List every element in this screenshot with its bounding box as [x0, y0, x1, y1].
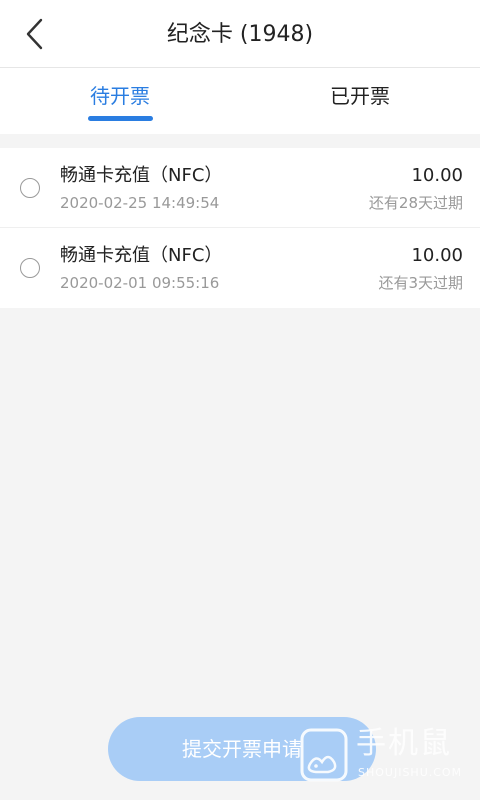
radio-button[interactable]	[20, 258, 40, 278]
page-title: 纪念卡 (1948)	[166, 22, 314, 47]
tab-pending-invoice[interactable]: 待开票	[0, 82, 240, 110]
watermark-text: 手机鼠	[356, 726, 452, 761]
active-tab-indicator	[88, 116, 153, 121]
list-item[interactable]: 畅通卡充值（NFC） 2020-02-01 09:55:16 10.00 还有3…	[0, 228, 480, 308]
item-name: 畅通卡充值（NFC）	[60, 245, 223, 266]
watermark-url: SHOUJISHU.COM	[358, 766, 463, 779]
item-timestamp: 2020-02-01 09:55:16	[60, 274, 220, 292]
item-expiry: 还有3天过期	[378, 274, 463, 292]
tab-bar: 待开票 已开票	[0, 68, 480, 134]
header-bar: 纪念卡 (1948)	[0, 0, 480, 68]
mouse-logo-icon	[300, 728, 348, 782]
tab-invoiced[interactable]: 已开票	[240, 82, 480, 110]
item-name: 畅通卡充值（NFC）	[60, 165, 223, 186]
invoice-list: 畅通卡充值（NFC） 2020-02-25 14:49:54 10.00 还有2…	[0, 148, 480, 308]
item-amount: 10.00	[411, 245, 463, 266]
radio-button[interactable]	[20, 178, 40, 198]
item-timestamp: 2020-02-25 14:49:54	[60, 194, 220, 212]
item-expiry: 还有28天过期	[368, 194, 463, 212]
watermark: 手机鼠 SHOUJISHU.COM	[298, 720, 468, 792]
list-item[interactable]: 畅通卡充值（NFC） 2020-02-25 14:49:54 10.00 还有2…	[0, 148, 480, 228]
item-amount: 10.00	[411, 165, 463, 186]
